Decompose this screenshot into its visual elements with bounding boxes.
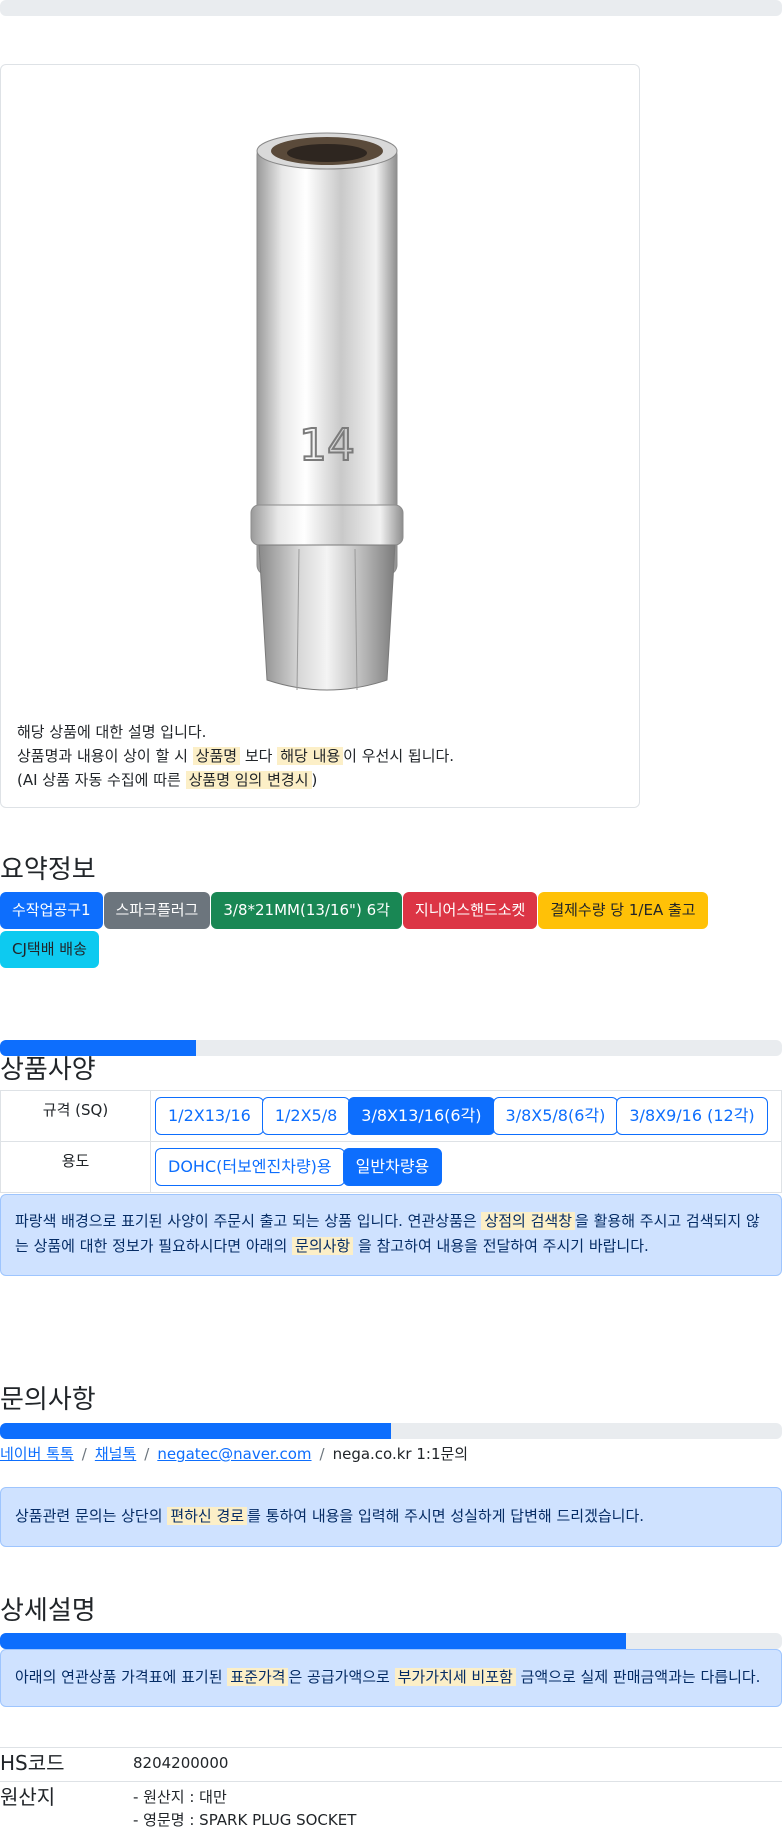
summary-badge: 3/8*21MM(13/16") 6각	[211, 892, 402, 929]
progress-fill	[0, 1423, 391, 1439]
spec-option-button[interactable]: DOHC(터보엔진차량)용	[155, 1148, 345, 1186]
highlight-content: 해당 내용	[277, 747, 344, 765]
inquiry-links: 네이버 톡톡 / 채널톡 / negatec@naver.com / nega.co.kr …	[0, 1441, 782, 1467]
card-description: 해당 상품에 대한 설명 입니다. 상품명과 내용이 상이 할 시 상품명 보다…	[17, 720, 454, 792]
origin-label: 원산지	[0, 1785, 56, 1809]
highlight-inquiry: 문의사항	[292, 1237, 354, 1255]
separator: /	[144, 1445, 150, 1463]
summary-title: 요약정보	[0, 855, 96, 885]
origin-row: 원산지 - 원산지 : 대만 - 영문명 : SPARK PLUG SOCKET	[0, 1781, 782, 1837]
top-progress-bar	[0, 0, 782, 16]
highlight-search: 상점의 검색창	[481, 1212, 576, 1230]
hs-code-label: HS코드	[0, 1751, 65, 1775]
summary-badges: 수작업공구1 스파크플러그 3/8*21MM(13/16") 6각 지니어스핸드소켓 결…	[0, 892, 782, 968]
socket-size-marking: 14	[299, 420, 355, 471]
highlight-product-name: 상품명	[192, 747, 241, 765]
description-line-1: 해당 상품에 대한 설명 입니다.	[17, 723, 207, 741]
highlight-standard-price: 표준가격	[227, 1668, 289, 1686]
spec-title: 상품사양	[0, 1055, 96, 1085]
spec-progress-bar	[0, 1040, 782, 1056]
summary-badge: 스파크플러그	[103, 892, 211, 929]
english-name: - 영문명 : SPARK PLUG SOCKET	[133, 1811, 357, 1829]
detail-notice: 아래의 연관상품 가격표에 표기된 표준가격 은 공급가액으로 부가가치세 비포함…	[0, 1649, 782, 1707]
product-image-card: 14 해당 상품에 대한 설명 입니다. 상품명과 내용이 상이 할 시 상품명…	[0, 64, 640, 808]
hs-code-value: 8204200000	[133, 1754, 229, 1772]
spark-plug-socket-image: 14	[250, 132, 404, 691]
summary-badge: CJ택배 배송	[0, 931, 99, 968]
spec-row: 규격 (SQ) 1/2X13/16 1/2X5/8 3/8X13/16(6각) 3/8X…	[0, 1090, 782, 1142]
spec-row: 용도 DOHC(터보엔진차량)용 일반차량용	[0, 1141, 782, 1193]
progress-fill	[0, 1040, 196, 1056]
inquiry-progress-bar	[0, 1423, 782, 1439]
spec-label: 규격 (SQ)	[0, 1090, 151, 1142]
highlight-name-change: 상품명 임의 변경시	[185, 771, 312, 789]
site-inquiry-text: nega.co.kr 1:1문의	[332, 1445, 469, 1463]
description-line-2: 상품명과 내용이 상이 할 시 상품명 보다 해당 내용 이 우선시 됩니다.	[17, 747, 455, 765]
highlight-path: 편하신 경로	[167, 1507, 248, 1525]
channel-talk-link[interactable]: 채널톡	[95, 1445, 136, 1463]
progress-fill	[0, 1633, 626, 1649]
inquiry-title: 문의사항	[0, 1385, 96, 1415]
spec-option-button[interactable]: 1/2X13/16	[155, 1097, 264, 1135]
email-link[interactable]: negatec@naver.com	[157, 1445, 311, 1463]
spec-label: 용도	[0, 1141, 151, 1193]
spec-table: 규격 (SQ) 1/2X13/16 1/2X5/8 3/8X13/16(6각) 3/8X…	[0, 1090, 782, 1193]
summary-badge: 결제수량 당 1/EA 출고	[538, 892, 708, 929]
summary-badge: 수작업공구1	[0, 892, 103, 929]
spec-options: 1/2X13/16 1/2X5/8 3/8X13/16(6각) 3/8X5/8(6각)…	[150, 1090, 782, 1142]
hs-code-row: HS코드 8204200000	[0, 1747, 782, 1781]
origin-value: - 원산지 : 대만 - 영문명 : SPARK PLUG SOCKET	[133, 1782, 356, 1837]
highlight-vat-excluded: 부가가치세 비포함	[394, 1668, 516, 1686]
inquiry-notice: 상품관련 문의는 상단의 편하신 경로 를 통하여 내용을 입력해 주시면 성실하…	[0, 1487, 782, 1547]
spec-option-button[interactable]: 일반차량용	[342, 1148, 443, 1186]
product-page: 14 해당 상품에 대한 설명 입니다. 상품명과 내용이 상이 할 시 상품명…	[0, 0, 782, 1837]
spec-option-button[interactable]: 3/8X5/8(6각)	[492, 1097, 619, 1135]
naver-talk-link[interactable]: 네이버 톡톡	[0, 1445, 74, 1463]
separator: /	[319, 1445, 325, 1463]
spec-option-button[interactable]: 3/8X13/16(6각)	[348, 1097, 495, 1135]
summary-badge: 지니어스핸드소켓	[402, 892, 538, 929]
origin-country: - 원산지 : 대만	[133, 1788, 227, 1806]
separator: /	[81, 1445, 87, 1463]
detail-title: 상세설명	[0, 1596, 96, 1626]
spec-option-button[interactable]: 1/2X5/8	[261, 1097, 351, 1135]
spec-options: DOHC(터보엔진차량)용 일반차량용	[150, 1141, 782, 1193]
description-line-3: (AI 상품 자동 수집에 따른 상품명 임의 변경시)	[17, 771, 318, 789]
detail-progress-bar	[0, 1633, 782, 1649]
spec-option-button[interactable]: 3/8X9/16 (12각)	[616, 1097, 768, 1135]
spec-notice: 파랑색 배경으로 표기된 사양이 주문시 출고 되는 상품 입니다. 연관상품은…	[0, 1194, 782, 1276]
